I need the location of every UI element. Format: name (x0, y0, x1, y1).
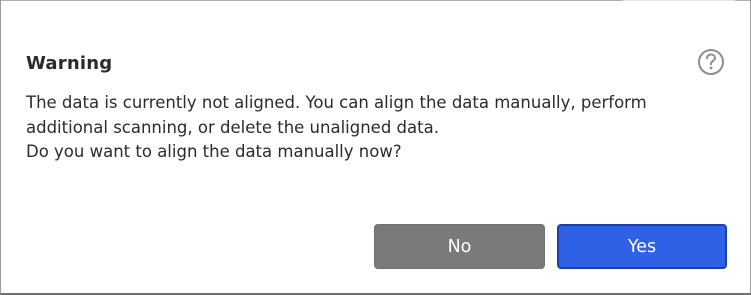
dialog-title: Warning (26, 53, 113, 74)
dialog-top-border-highlight (623, 0, 735, 1)
warning-dialog: Warning The data is currently not aligne… (0, 0, 751, 295)
message-line: Do you want to align the data manually n… (26, 142, 402, 161)
message-line: The data is currently not aligned. You c… (26, 93, 647, 112)
dialog-message: The data is currently not aligned. You c… (26, 91, 716, 165)
help-button[interactable] (698, 49, 724, 75)
question-mark-icon (704, 53, 718, 71)
no-button[interactable]: No (374, 224, 545, 269)
message-line: additional scanning, or delete the unali… (26, 117, 439, 137)
yes-button[interactable]: Yes (557, 224, 727, 269)
